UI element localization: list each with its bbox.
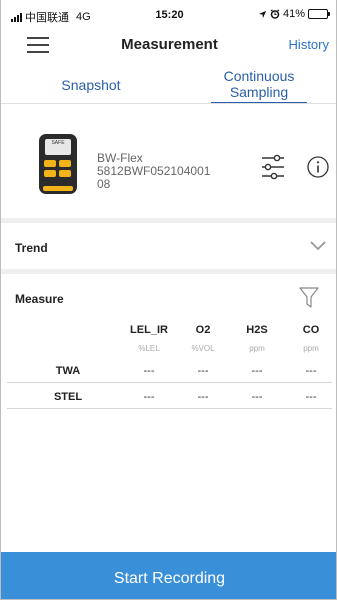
table-cell: ---	[197, 391, 209, 403]
filter-icon[interactable]	[299, 287, 319, 309]
app-header: Measurement History	[1, 30, 336, 60]
status-bar: 中国联通 4G 15:20 41%	[1, 0, 336, 30]
row-label-stel: STEL	[53, 391, 83, 403]
column-header: CO	[302, 324, 320, 336]
alarm-icon	[270, 9, 280, 19]
settings-sliders-icon[interactable]	[261, 154, 285, 180]
gas-detector-image: SAFE	[39, 134, 77, 194]
column-unit: ppm	[249, 344, 265, 353]
page-title: Measurement	[121, 36, 218, 53]
location-arrow-icon	[258, 10, 267, 18]
app-screen: 中国联通 4G 15:20 41% Measurement History Sn…	[0, 0, 337, 600]
mode-tabs: Snapshot Continuous Sampling	[1, 64, 336, 104]
trend-section-header[interactable]: Trend	[1, 224, 336, 270]
column-header: LEL_IR	[130, 324, 168, 336]
table-cell: ---	[143, 365, 155, 377]
table-cell: ---	[305, 391, 317, 403]
device-screen: SAFE	[45, 139, 71, 155]
start-recording-button[interactable]: Start Recording	[1, 552, 336, 599]
table-cell: ---	[251, 391, 263, 403]
history-link[interactable]: History	[289, 37, 329, 52]
table-cell: ---	[305, 365, 317, 377]
device-card: SAFE BW-Flex 5812BWF052104001 08	[1, 104, 336, 218]
table-cell: ---	[143, 391, 155, 403]
tab-snapshot[interactable]: Snapshot	[41, 77, 141, 93]
column-unit: %LEL	[138, 344, 160, 353]
section-divider	[1, 218, 336, 223]
device-serial-suffix: 08	[97, 177, 111, 191]
table-cell: ---	[251, 365, 263, 377]
device-base	[43, 186, 73, 191]
row-divider	[7, 382, 332, 383]
column-header: O2	[195, 324, 211, 336]
status-bar-right: 41%	[258, 8, 330, 20]
device-info: BW-Flex 5812BWF052104001 08	[97, 152, 237, 191]
column-header: H2S	[246, 324, 268, 336]
column-unit: ppm	[303, 344, 319, 353]
device-serial: 5812BWF052104001	[97, 164, 211, 178]
row-label-twa: TWA	[55, 365, 81, 377]
column-unit: %VOL	[191, 344, 215, 353]
battery-icon	[308, 9, 330, 19]
row-divider	[7, 408, 332, 409]
tab-continuous-sampling[interactable]: Continuous Sampling	[211, 68, 307, 104]
device-buttons	[44, 160, 72, 177]
info-icon[interactable]	[307, 156, 329, 178]
table-cell: ---	[197, 365, 209, 377]
section-divider	[1, 269, 336, 274]
measure-label: Measure	[15, 292, 64, 306]
trend-label: Trend	[15, 241, 48, 255]
battery-percent: 41%	[282, 8, 305, 20]
chevron-down-icon	[310, 241, 326, 251]
